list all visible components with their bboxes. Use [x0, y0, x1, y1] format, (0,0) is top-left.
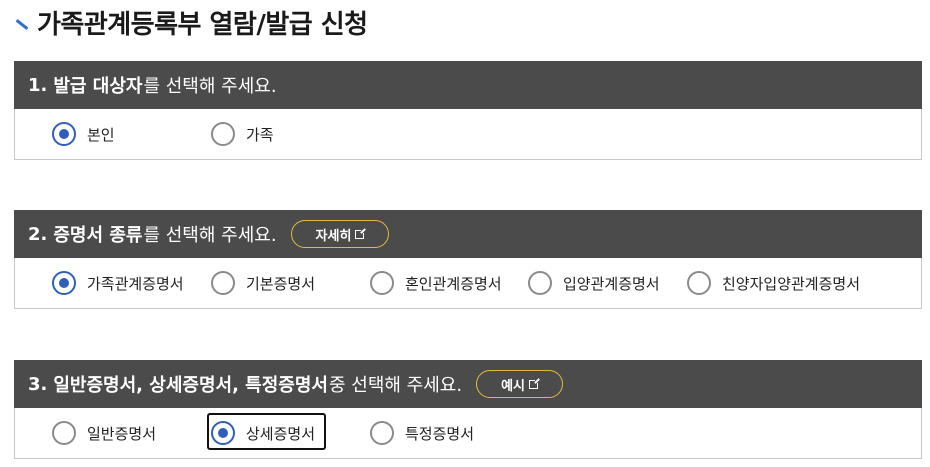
section-title-rest: 를 선택해 주세요. — [143, 225, 277, 246]
section-title-strong: 발급 대상자 — [53, 76, 143, 97]
section-number: 3. — [28, 373, 48, 395]
radio-option-full-adoption[interactable]: 친양자입양관계증명서 — [687, 258, 860, 308]
page-title: 가족관계등록부 열람/발급 신청 — [37, 9, 368, 40]
radio-unchecked-icon[interactable] — [687, 271, 711, 295]
radio-unchecked-icon[interactable] — [52, 421, 76, 445]
radio-option-adoption[interactable]: 입양관계증명서 — [528, 258, 660, 308]
radio-checked-icon[interactable] — [52, 271, 76, 295]
example-button[interactable]: 예시 — [476, 370, 563, 398]
radio-group-certificate-type: 가족관계증명서 기본증명서 혼인관계증명서 입양관계증명서 친양자입양관계증명서 — [15, 258, 921, 308]
radio-label: 가족 — [246, 125, 274, 144]
radio-label: 가족관계증명서 — [87, 274, 184, 293]
page-header: 가족관계등록부 열람/발급 신청 — [14, 4, 368, 40]
radio-label: 입양관계증명서 — [563, 274, 660, 293]
radio-unchecked-icon[interactable] — [211, 122, 235, 146]
radio-option-detailed[interactable]: 상세증명서 — [211, 408, 315, 458]
radio-option-family[interactable]: 가족 — [211, 109, 274, 159]
radio-group-detail-level: 일반증명서 상세증명서 특정증명서 — [15, 408, 921, 458]
title-slash-icon — [14, 18, 28, 32]
radio-unchecked-icon[interactable] — [528, 271, 552, 295]
details-button-label: 자세히 — [315, 228, 352, 244]
radio-unchecked-icon[interactable] — [211, 271, 235, 295]
radio-option-specific[interactable]: 특정증명서 — [370, 408, 474, 458]
section-title-rest: 를 선택해 주세요. — [143, 76, 277, 97]
details-button[interactable]: 자세히 — [290, 220, 390, 248]
radio-label: 혼인관계증명서 — [405, 274, 502, 293]
radio-label: 본인 — [87, 125, 115, 144]
section-number: 2. — [28, 223, 48, 245]
section-detail-level: 3. 일반증명서, 상세증명서, 특정증명서 중 선택해 주세요. 예시 일반증… — [14, 360, 922, 459]
external-link-icon — [355, 227, 367, 239]
section-header: 1. 발급 대상자 를 선택해 주세요. — [14, 61, 922, 109]
section-certificate-type: 2. 증명서 종류 를 선택해 주세요. 자세히 가족관계증명서 기본증명서 혼… — [14, 210, 922, 309]
radio-checked-icon[interactable] — [52, 122, 76, 146]
radio-label: 특정증명서 — [405, 424, 475, 443]
section-header: 2. 증명서 종류 를 선택해 주세요. 자세히 — [14, 210, 922, 258]
section-title-rest: 중 선택해 주세요. — [328, 375, 463, 396]
external-link-icon — [529, 377, 540, 389]
radio-unchecked-icon[interactable] — [370, 421, 394, 445]
example-button-label: 예시 — [501, 378, 525, 394]
radio-label: 일반증명서 — [87, 424, 157, 443]
section-title-strong: 증명서 종류 — [53, 225, 143, 246]
radio-option-self[interactable]: 본인 — [52, 109, 115, 159]
radio-option-family-relation[interactable]: 가족관계증명서 — [52, 258, 184, 308]
radio-option-marriage[interactable]: 혼인관계증명서 — [370, 258, 502, 308]
radio-checked-icon[interactable] — [211, 421, 235, 445]
radio-unchecked-icon[interactable] — [370, 271, 394, 295]
radio-label: 친양자입양관계증명서 — [722, 274, 861, 293]
section-title-strong: 일반증명서, 상세증명서, 특정증명서 — [53, 375, 328, 396]
section-target: 1. 발급 대상자 를 선택해 주세요. 본인 가족 — [14, 61, 922, 160]
radio-label: 상세증명서 — [246, 424, 316, 443]
radio-group-target: 본인 가족 — [15, 109, 921, 159]
radio-option-general[interactable]: 일반증명서 — [52, 408, 156, 458]
radio-option-basic[interactable]: 기본증명서 — [211, 258, 315, 308]
section-header: 3. 일반증명서, 상세증명서, 특정증명서 중 선택해 주세요. 예시 — [14, 360, 922, 408]
radio-label: 기본증명서 — [246, 274, 316, 293]
section-number: 1. — [28, 74, 48, 96]
